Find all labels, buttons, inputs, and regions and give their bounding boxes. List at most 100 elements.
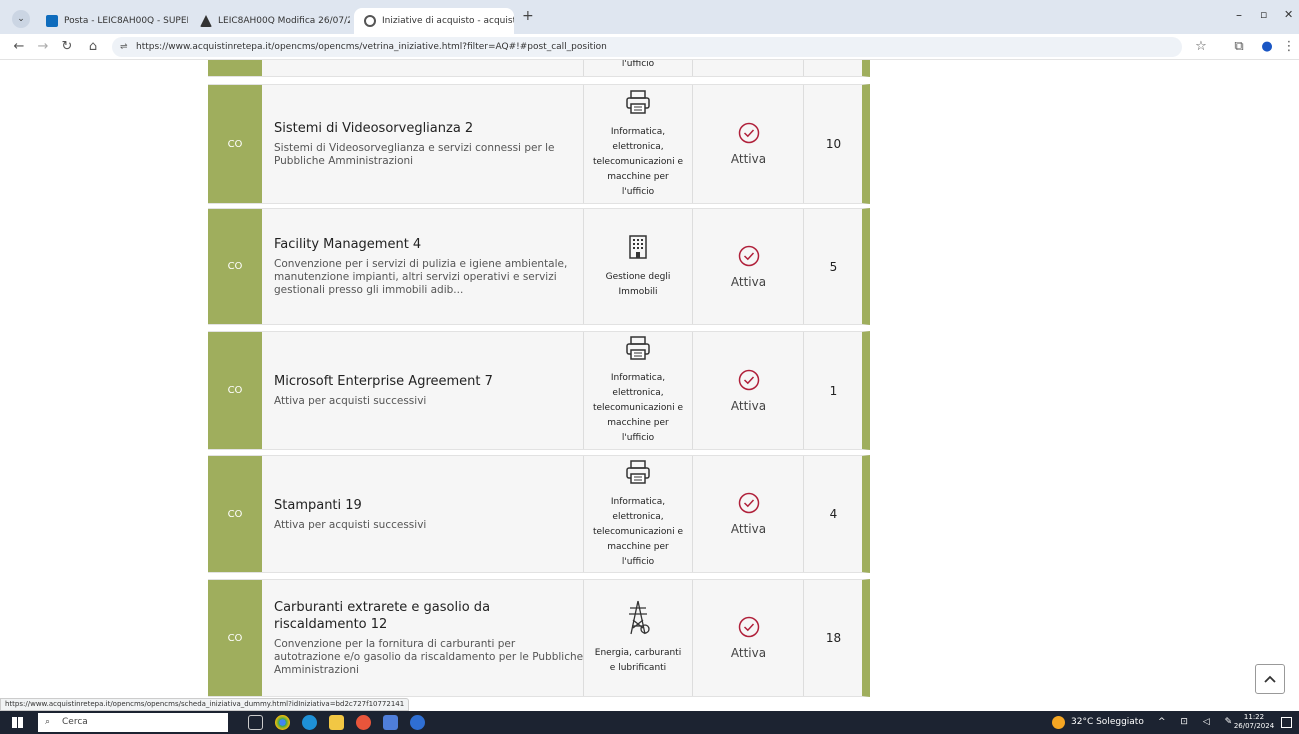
windows-start-icon[interactable]	[12, 717, 23, 728]
link-status-bar: https://www.acquistinretepa.it/opencms/o…	[0, 698, 410, 711]
category-label-line: Energia, carburanti	[594, 648, 682, 658]
check-circle-icon	[738, 122, 759, 144]
tab-drive[interactable]: LEIC8AH00Q Modifica 26/07/2( ✕	[190, 8, 350, 34]
category-label: Informatica, elettronica, telecomunicazion…	[593, 495, 683, 570]
address-bar[interactable]: ⇌ https://www.acquistinretepa.it/opencms…	[112, 37, 1182, 57]
globe-icon	[364, 15, 376, 27]
menu-icon[interactable]: ⋮	[1280, 38, 1298, 56]
forward-button[interactable]: →	[34, 38, 52, 56]
category-label-line: elettronica,	[612, 388, 664, 398]
initiative-info[interactable]: Microsoft Enterprise Agreement 7 Attiva …	[274, 332, 584, 449]
close-window-button[interactable]: ✕	[1284, 8, 1293, 21]
table-row[interactable]: CO Microsoft Enterprise Agreement 7 Atti…	[208, 331, 870, 450]
category-label-line: Informatica,	[610, 373, 666, 383]
status-cell: Attiva	[694, 580, 804, 696]
category-label-line: elettronica,	[612, 141, 664, 152]
home-icon[interactable]: ⌂	[84, 38, 102, 56]
taskbar-search-input[interactable]: ⌕ Cerca	[38, 713, 228, 732]
initiative-title[interactable]: Carburanti extrarete e gasolio da riscal…	[274, 599, 584, 633]
initiative-description: Convenzione per la fornitura di carburan…	[274, 638, 584, 676]
status-label: Attiva	[730, 274, 767, 289]
browser-app-icon[interactable]	[356, 715, 371, 730]
category-label: Informatica, elettronica, telecomunicazion…	[593, 125, 683, 200]
office-app-icon[interactable]	[383, 715, 398, 730]
status-cell: Attiva	[694, 209, 804, 324]
table-row[interactable]: CO Sistemi di Videosorveglianza 2 Sistem…	[208, 84, 870, 204]
search-icon: ⌕	[45, 717, 51, 727]
category-label-line: e lubrificanti	[609, 663, 667, 673]
notification-icon[interactable]	[1281, 717, 1292, 728]
initiative-description: Attiva per acquisti successivi	[274, 518, 427, 531]
count-value: 4	[829, 507, 838, 521]
printer-icon	[625, 89, 651, 125]
chrome-profile-icon[interactable]	[410, 715, 425, 730]
tab-iniziative[interactable]: Iniziative di acquisto - acquisti ✕	[354, 8, 514, 34]
tab-label: LEIC8AH00Q Modifica 26/07/2(	[218, 16, 350, 26]
windows-taskbar: ⌕ Cerca 32°C Soleggiato ^ ⊡ ◁ ✎ 11:22 26…	[0, 711, 1299, 734]
initiative-title[interactable]: Sistemi di Videosorveglianza 2	[274, 120, 584, 137]
page-content: l'ufficio CO Sistemi di Videosorveglianz…	[0, 60, 1299, 711]
task-view-icon[interactable]	[248, 715, 263, 730]
table-row[interactable]: CO Carburanti extrarete e gasolio da ris…	[208, 579, 870, 697]
check-circle-icon	[738, 245, 759, 266]
clock[interactable]: 11:22 26/07/2024	[1232, 713, 1276, 731]
status-label: Attiva	[730, 152, 767, 166]
reload-button[interactable]: ↻	[58, 38, 76, 56]
type-badge: CO	[208, 580, 262, 696]
weather-icon[interactable]	[1052, 716, 1065, 729]
category-label: Gestione degli Immobili	[606, 270, 671, 300]
category-label: l'ufficio	[621, 60, 655, 69]
category-label-line: macchine per	[607, 171, 669, 182]
type-badge: CO	[208, 85, 262, 203]
check-circle-icon	[738, 369, 759, 390]
type-badge	[208, 60, 262, 76]
count-value: 5	[829, 259, 838, 274]
new-tab-button[interactable]: +	[522, 8, 534, 24]
check-circle-icon	[738, 492, 759, 514]
initiative-title[interactable]: Microsoft Enterprise Agreement 7	[274, 373, 584, 390]
tab-outlook[interactable]: Posta - LEIC8AH00Q - SUPERS/ ✕	[36, 8, 188, 34]
category-label-line: Informatica,	[610, 126, 666, 137]
category-cell: Gestione degli Immobili	[583, 209, 693, 324]
tray-icons[interactable]: ^ ⊡ ◁ ✎	[1158, 711, 1238, 734]
tab-label: Posta - LEIC8AH00Q - SUPERS/	[64, 16, 188, 26]
extensions-icon[interactable]: ⧉	[1230, 38, 1248, 56]
initiative-info[interactable]: Stampanti 19 Attiva per acquisti success…	[274, 456, 584, 572]
initiative-description: Sistemi di Videosorveglianza e servizi c…	[274, 142, 555, 167]
scroll-to-top-button[interactable]	[1255, 664, 1285, 694]
minimize-button[interactable]: –	[1236, 8, 1242, 22]
back-button[interactable]: ←	[10, 38, 28, 56]
bookmark-star-icon[interactable]: ☆	[1192, 38, 1210, 56]
weather-text[interactable]: 32°C Soleggiato	[1071, 711, 1144, 734]
status-cell	[694, 60, 804, 76]
maximize-button[interactable]: ▫	[1260, 8, 1267, 21]
initiative-info[interactable]: Carburanti extrarete e gasolio da riscal…	[274, 580, 584, 696]
category-cell: Informatica, elettronica, telecomunicazion…	[583, 85, 693, 203]
status-cell: Attiva	[694, 85, 804, 203]
category-label-line: Immobili	[618, 286, 658, 297]
tab-search-dropdown[interactable]: ⌄	[12, 10, 30, 28]
file-explorer-icon[interactable]	[329, 715, 344, 730]
category-cell: Informatica, elettronica, telecomunicazion…	[583, 332, 693, 449]
table-row[interactable]: CO Facility Management 4 Convenzione per…	[208, 208, 870, 325]
category-label-line: Gestione degli	[605, 271, 671, 282]
initiative-title[interactable]: Facility Management 4	[274, 236, 584, 253]
status-label: Attiva	[730, 646, 767, 660]
browser-tab-bar: ⌄ Posta - LEIC8AH00Q - SUPERS/ ✕ LEIC8AH…	[0, 0, 1299, 34]
count-value: 10	[825, 137, 842, 151]
count-value: 1	[829, 383, 838, 398]
profile-avatar[interactable]: ●	[1258, 38, 1276, 56]
category-cell: l'ufficio	[583, 60, 693, 76]
edge-icon[interactable]	[302, 715, 317, 730]
initiative-info[interactable]: Facility Management 4 Convenzione per i …	[274, 209, 584, 324]
category-label: Energia, carburanti e lubrificanti	[595, 646, 681, 676]
initiative-title[interactable]: Stampanti 19	[274, 497, 584, 514]
outlook-icon	[46, 15, 58, 27]
site-info-icon[interactable]: ⇌	[120, 37, 128, 57]
category-label-line: macchine per	[607, 541, 669, 552]
chrome-icon[interactable]	[275, 715, 290, 730]
status-cell: Attiva	[694, 456, 804, 572]
table-row[interactable]: CO Stampanti 19 Attiva per acquisti succ…	[208, 455, 870, 573]
initiative-info[interactable]: Sistemi di Videosorveglianza 2 Sistemi d…	[274, 85, 584, 203]
table-row-partial[interactable]: l'ufficio	[208, 60, 870, 77]
